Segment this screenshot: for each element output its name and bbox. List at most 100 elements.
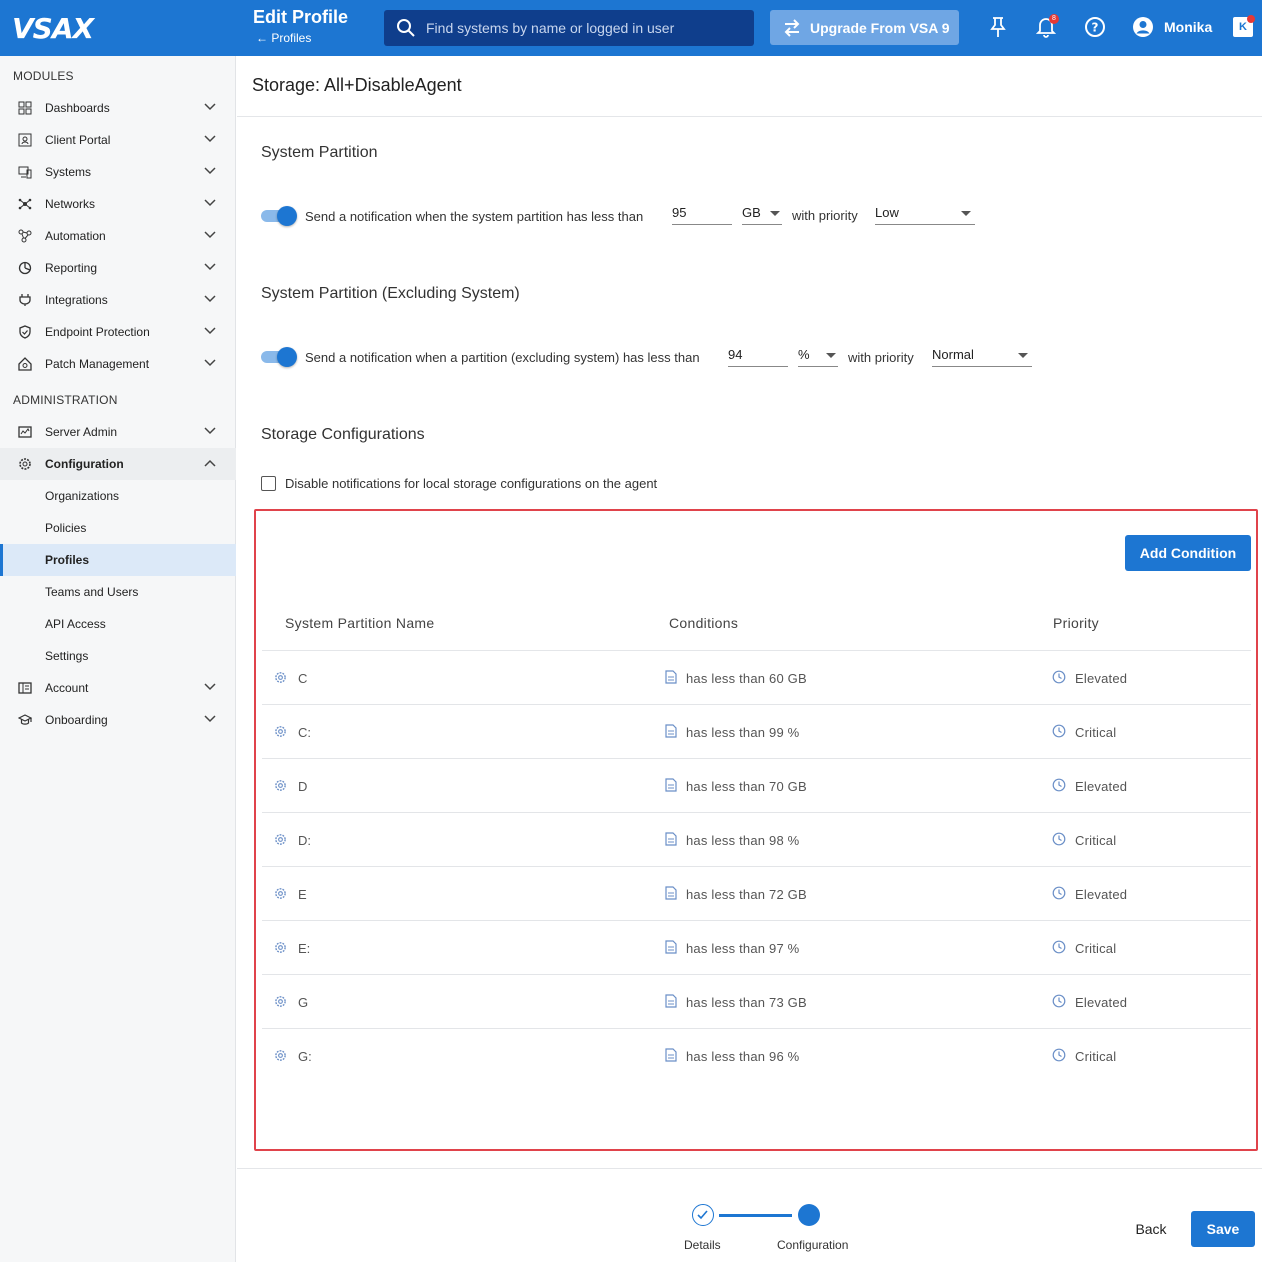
disable-local-notifications-checkbox[interactable] [261,476,276,491]
search-input[interactable] [426,10,746,46]
sidebar-item-systems[interactable]: Systems [0,156,236,188]
gear-icon [19,458,31,470]
sidebar-item-settings[interactable]: Settings [0,640,236,672]
storage-configurations-heading: Storage Configurations [261,426,425,443]
partition-name: G: [298,1049,312,1064]
priority-text: Elevated [1075,887,1128,902]
search-icon [397,19,415,37]
sidebar-item-configuration[interactable]: Configuration [0,448,236,480]
sidebar-item-label: Systems [45,165,92,179]
gear-icon[interactable] [274,671,287,689]
sidebar-item-api-access[interactable]: API Access [0,608,236,640]
table-row[interactable]: E: has less than 97 % Critical [262,920,1251,974]
sidebar-item-account[interactable]: Account [0,672,236,704]
sidebar-item-organizations[interactable]: Organizations [0,480,236,512]
gear-icon[interactable] [274,725,287,743]
sidebar-item-patch-management[interactable]: Patch Management [0,348,236,380]
sidebar-item-profiles[interactable]: Profiles [0,544,236,576]
gear-icon[interactable] [274,995,287,1013]
modules-heading: MODULES [13,69,74,83]
condition-text: has less than 96 % [686,1049,800,1064]
step-configuration-current[interactable] [798,1204,820,1226]
user-name: Monika [1164,19,1213,35]
sidebar-item-automation[interactable]: Automation [0,220,236,252]
toggle-knob [277,206,297,226]
table-row[interactable]: C: has less than 99 % Critical [262,704,1251,758]
step-details-done[interactable] [692,1204,714,1226]
excluding-partition-unit-select[interactable]: % [798,347,838,367]
global-search[interactable] [384,10,754,46]
sidebar-item-dashboards[interactable]: Dashboards [0,92,236,124]
sidebar-item-endpoint-protection[interactable]: Endpoint Protection [0,316,236,348]
sidebar-item-teams-and-users[interactable]: Teams and Users [0,576,236,608]
system-partition-toggle[interactable] [261,206,297,226]
excluding-partition-heading: System Partition (Excluding System) [261,285,520,302]
chevron-down-icon [204,327,216,335]
priority-value: Normal [932,347,974,362]
dashboard-icon [18,101,32,115]
top-bar: VSAX Edit Profile ← Profiles Upgrade Fro… [0,0,1262,56]
profile-title: Storage: All+DisableAgent [252,75,462,95]
sidebar-item-label: Endpoint Protection [45,325,150,339]
table-row[interactable]: Chas less than 60 GB Elevated [262,650,1251,704]
gear-icon[interactable] [274,1049,287,1067]
sidebar-item-integrations[interactable]: Integrations [0,284,236,316]
server-admin-icon [18,426,32,438]
upgrade-button[interactable]: Upgrade From VSA 9 [770,10,959,45]
status-dot [1247,15,1255,23]
caret-down-icon [1018,353,1028,358]
sidebar-item-networks[interactable]: Networks [0,188,236,220]
system-partition-threshold-input[interactable]: 95 [672,205,732,225]
sidebar-item-label: Organizations [45,489,120,503]
sidebar-item-label: Policies [45,521,87,535]
excluding-partition-priority-select[interactable]: Normal [932,347,1032,367]
sidebar-item-policies[interactable]: Policies [0,512,236,544]
back-button[interactable]: Back [1120,1211,1182,1247]
sidebar-item-server-admin[interactable]: Server Admin [0,416,236,448]
check-icon [697,1210,708,1220]
system-partition-priority-select[interactable]: Low [875,205,975,225]
table-row[interactable]: Ehas less than 72 GB Elevated [262,866,1251,920]
sidebar-item-reporting[interactable]: Reporting [0,252,236,284]
save-button[interactable]: Save [1191,1211,1255,1247]
table-row[interactable]: Ghas less than 73 GB Elevated [262,974,1251,1028]
excluding-partition-toggle[interactable] [261,347,297,367]
pin-icon[interactable] [989,16,1007,38]
priority-label: with priority [848,350,914,365]
chevron-down-icon [204,135,216,143]
gear-icon[interactable] [274,941,287,959]
excluding-partition-threshold-input[interactable]: 94 [728,347,788,367]
table-row[interactable]: G: has less than 96 % Critical [262,1028,1251,1082]
sidebar-item-client-portal[interactable]: Client Portal [0,124,236,156]
chevron-down-icon [204,295,216,303]
column-header-priority[interactable]: Priority [1053,615,1099,631]
sidebar-item-label: Automation [45,229,106,243]
gear-icon[interactable] [274,833,287,851]
svg-text:?: ? [1092,21,1099,35]
vsax-logo[interactable]: VSAX [12,12,94,45]
add-condition-button[interactable]: Add Condition [1125,535,1251,571]
back-to-profiles-link[interactable]: ← Profiles [256,31,311,45]
help-icon[interactable]: ? [1084,16,1106,38]
chevron-down-icon [204,715,216,723]
gear-icon[interactable] [274,887,287,905]
table-row[interactable]: Dhas less than 70 GB Elevated [262,758,1251,812]
column-header-conditions[interactable]: Conditions [669,615,738,631]
document-icon [665,724,677,743]
table-row[interactable]: D: has less than 98 % Critical [262,812,1251,866]
partition-name: C [298,671,308,686]
chevron-down-icon [204,231,216,239]
sidebar-item-label: Account [45,681,89,695]
clock-icon [1052,778,1066,797]
user-menu[interactable]: Monika [1132,16,1212,38]
column-header-partition-name[interactable]: System Partition Name [285,615,434,631]
condition-text: has less than 99 % [686,725,800,740]
system-partition-unit-select[interactable]: GB [742,205,782,225]
partition-name: E [298,887,307,902]
document-icon [665,778,677,797]
sidebar-item-onboarding[interactable]: Onboarding [0,704,236,736]
partition-name: G [298,995,309,1010]
excluding-partition-text: Send a notification when a partition (ex… [305,350,700,365]
chevron-down-icon [204,683,216,691]
gear-icon[interactable] [274,779,287,797]
